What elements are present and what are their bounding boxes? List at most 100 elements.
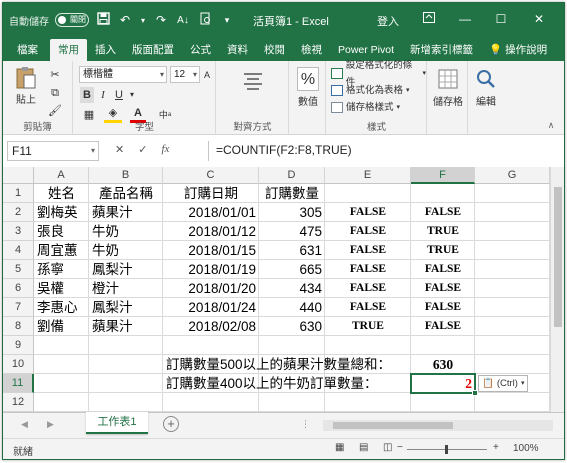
save-icon[interactable] (95, 12, 111, 28)
cell-f5[interactable]: FALSE (411, 260, 475, 279)
cell-a8[interactable]: 劉備 (34, 317, 89, 336)
scroll-left-icon[interactable]: ◀ (21, 419, 28, 430)
tab-file[interactable]: 檔案 (3, 39, 50, 61)
cell-c6[interactable]: 2018/01/20 (163, 279, 259, 298)
column-header-c[interactable]: C (163, 167, 259, 184)
tab-data[interactable]: 資料 (219, 39, 256, 61)
format-painter-icon[interactable]: 🖌 (47, 103, 63, 119)
cell-e3[interactable]: FALSE (325, 222, 411, 241)
grid-cell[interactable] (89, 393, 163, 412)
cell-d2[interactable]: 305 (259, 203, 325, 222)
cell-d3[interactable]: 475 (259, 222, 325, 241)
grid-cell[interactable] (475, 222, 550, 241)
cell-d4[interactable]: 631 (259, 241, 325, 260)
row-header-1[interactable]: 1 (3, 184, 34, 203)
column-header-e[interactable]: E (325, 167, 411, 184)
cell-b7[interactable]: 鳳梨汁 (89, 298, 163, 317)
undo-icon[interactable]: ↶ (117, 13, 133, 27)
autosave-toggle[interactable]: 關閉 (55, 13, 89, 27)
cell-c4[interactable]: 2018/01/15 (163, 241, 259, 260)
sheet-tab-1[interactable]: 工作表1 (86, 412, 148, 434)
column-header-a[interactable]: A (34, 167, 89, 184)
zoom-in-icon[interactable]: + (493, 442, 499, 453)
grid-cell[interactable] (475, 203, 550, 222)
worksheet-grid[interactable]: A B C D E F G 1 2 3 4 5 6 7 8 9 10 11 12 姓名 產品名稱 訂購日期… (3, 167, 564, 412)
close-button[interactable]: ✕ (527, 9, 551, 31)
row-header-5[interactable]: 5 (3, 260, 34, 279)
cancel-icon[interactable]: ✕ (115, 143, 124, 156)
number-format-button[interactable]: % 數值 (293, 67, 323, 108)
grid-cell[interactable] (325, 184, 411, 203)
grid-cell[interactable] (475, 279, 550, 298)
cell-d8[interactable]: 630 (259, 317, 325, 336)
tab-home[interactable]: 常用 (50, 39, 87, 61)
cell-f7[interactable]: FALSE (411, 298, 475, 317)
zoom-slider-knob[interactable] (445, 445, 448, 454)
tab-insert[interactable]: 插入 (87, 39, 124, 61)
cell-e4[interactable]: FALSE (325, 241, 411, 260)
ribbon-display-options-button[interactable] (417, 9, 441, 31)
cell-styles-button[interactable]: 儲存格樣式 ▾ (331, 99, 426, 116)
add-sheet-button[interactable]: + (163, 416, 179, 432)
cell-d6[interactable]: 434 (259, 279, 325, 298)
grid-cell[interactable] (475, 241, 550, 260)
grid-cell[interactable] (89, 336, 163, 355)
cell-b5[interactable]: 鳳梨汁 (89, 260, 163, 279)
horizontal-scrollbar[interactable] (323, 420, 553, 431)
normal-view-icon[interactable]: ▦ (335, 442, 344, 453)
cell-b1[interactable]: 產品名稱 (89, 184, 163, 203)
print-preview-icon[interactable] (197, 12, 213, 28)
cell-b4[interactable]: 牛奶 (89, 241, 163, 260)
row-header-7[interactable]: 7 (3, 298, 34, 317)
sort-icon[interactable]: A↓ (175, 15, 191, 26)
cell-d5[interactable]: 665 (259, 260, 325, 279)
cell-b8[interactable]: 蘋果汁 (89, 317, 163, 336)
cell-c8[interactable]: 2018/02/08 (163, 317, 259, 336)
tab-tell-me[interactable]: 💡 操作說明 (481, 39, 555, 61)
cell-c5[interactable]: 2018/01/19 (163, 260, 259, 279)
tab-review[interactable]: 校閱 (256, 39, 293, 61)
cell-e7[interactable]: FALSE (325, 298, 411, 317)
cell-a2[interactable]: 劉梅英 (34, 203, 89, 222)
cell-f6[interactable]: FALSE (411, 279, 475, 298)
grid-cell[interactable] (325, 393, 411, 412)
tab-formulas[interactable]: 公式 (182, 39, 219, 61)
grid-cell[interactable] (475, 336, 550, 355)
tab-view[interactable]: 檢視 (293, 39, 330, 61)
conditional-formatting-button[interactable]: 設定格式化的條件 ▾ (331, 60, 426, 88)
grid-cell[interactable] (34, 355, 89, 374)
page-layout-view-icon[interactable]: ▤ (359, 442, 368, 453)
horizontal-scroll-thumb[interactable] (333, 422, 453, 429)
column-header-b[interactable]: B (89, 167, 163, 184)
cell-c1[interactable]: 訂購日期 (163, 184, 259, 203)
grid-cell[interactable] (163, 393, 259, 412)
row-header-6[interactable]: 6 (3, 279, 34, 298)
cell-c10[interactable]: 訂購數量500以上的蘋果汁數量總和： (163, 355, 413, 374)
grid-cell[interactable] (163, 336, 259, 355)
grid-cell[interactable] (475, 260, 550, 279)
cell-b2[interactable]: 蘋果汁 (89, 203, 163, 222)
cell-a4[interactable]: 周宜蕙 (34, 241, 89, 260)
underline-dropdown-icon[interactable]: ▾ (128, 87, 136, 103)
cell-e6[interactable]: FALSE (325, 279, 411, 298)
row-header-10[interactable]: 10 (3, 355, 34, 374)
grid-cell[interactable] (34, 393, 89, 412)
row-header-9[interactable]: 9 (3, 336, 34, 355)
cell-a1[interactable]: 姓名 (34, 184, 89, 203)
zoom-out-icon[interactable]: − (397, 442, 403, 453)
font-name-select[interactable]: 標楷體 ▾ (79, 66, 167, 83)
grid-cell[interactable] (475, 184, 550, 203)
grid-cell[interactable] (89, 355, 163, 374)
cell-f4[interactable]: TRUE (411, 241, 475, 260)
row-header-4[interactable]: 4 (3, 241, 34, 260)
minimize-button[interactable]: — (453, 9, 477, 31)
cell-f2[interactable]: FALSE (411, 203, 475, 222)
cell-d7[interactable]: 440 (259, 298, 325, 317)
grid-cell[interactable] (475, 317, 550, 336)
page-break-view-icon[interactable]: ◫ (383, 442, 392, 453)
column-header-f[interactable]: F (411, 167, 475, 184)
cell-e8[interactable]: TRUE (325, 317, 411, 336)
grid-cell[interactable] (89, 374, 163, 393)
grid-cell[interactable] (475, 355, 550, 374)
vertical-scrollbar[interactable] (550, 167, 564, 412)
